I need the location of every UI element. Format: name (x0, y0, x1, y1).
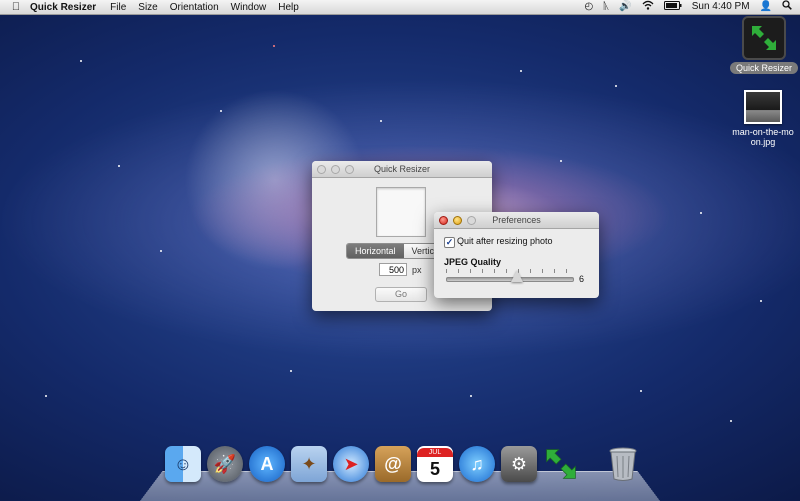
mail-icon[interactable]: ✦ (291, 446, 327, 482)
address-book-icon[interactable]: @ (375, 446, 411, 482)
desktop-icon-moon-photo[interactable]: man-on-the-moon.jpg (728, 90, 798, 147)
menu-window[interactable]: Window (231, 2, 267, 13)
bluetooth-icon[interactable]: ᚣ (603, 1, 609, 13)
menu-file[interactable]: File (110, 2, 126, 13)
spotlight-icon[interactable] (782, 0, 792, 14)
jpeg-quality-slider-track[interactable] (446, 277, 574, 282)
finder-icon[interactable]: ☺ (165, 446, 201, 482)
zoom-button[interactable] (467, 215, 476, 225)
size-input[interactable]: 500 (379, 263, 407, 276)
safari-icon[interactable]: ➤ (333, 446, 369, 482)
app-store-icon[interactable]: A (249, 446, 285, 482)
calendar-icon[interactable]: JUL 5 (417, 446, 453, 482)
image-file-icon (744, 90, 782, 124)
system-preferences-icon[interactable]: ⚙ (501, 446, 537, 482)
wifi-icon[interactable] (642, 0, 654, 14)
segment-horizontal[interactable]: Horizontal (347, 244, 404, 258)
calendar-day: 5 (429, 458, 440, 479)
menu-help[interactable]: Help (278, 2, 299, 13)
minimize-button[interactable] (453, 215, 462, 225)
menu-bar:  Quick Resizer File Size Orientation Wi… (0, 0, 800, 15)
menu-status-area: ◴ ᚣ 🔊 Sun 4:40 PM 👤 (585, 0, 792, 14)
photo-drop-well[interactable] (376, 187, 426, 237)
menu-orientation[interactable]: Orientation (170, 2, 219, 13)
jpeg-quality-slider-thumb[interactable] (511, 270, 523, 282)
calendar-month: JUL (417, 447, 453, 457)
menu-clock[interactable]: Sun 4:40 PM (692, 1, 750, 13)
dock: ☺ 🚀 A ✦ ➤ @ JUL 5 ♫ ⚙ (165, 446, 641, 482)
volume-icon[interactable]: 🔊 (619, 1, 631, 13)
quick-resizer-dock-icon[interactable] (543, 446, 579, 482)
jpeg-quality-value: 6 (579, 274, 585, 284)
preferences-titlebar[interactable]: Preferences (434, 212, 599, 229)
launchpad-icon[interactable]: 🚀 (207, 446, 243, 482)
user-icon[interactable]: 👤 (760, 1, 772, 13)
menu-size[interactable]: Size (138, 2, 157, 13)
go-button[interactable]: Go (375, 287, 427, 302)
desktop-icon-label: man-on-the-moon.jpg (732, 127, 794, 147)
dock-separator (585, 446, 599, 482)
menu-app-name[interactable]: Quick Resizer (30, 2, 96, 13)
minimize-button[interactable] (331, 164, 340, 174)
battery-icon[interactable] (663, 0, 682, 14)
quit-after-resize-label[interactable]: Quit after resizing photo (457, 236, 553, 246)
time-machine-icon[interactable]: ◴ (585, 1, 594, 13)
zoom-button[interactable] (345, 164, 354, 174)
desktop-icon-label: Quick Resizer (730, 62, 798, 74)
jpeg-quality-label: JPEG Quality (444, 257, 502, 267)
quick-resizer-titlebar[interactable]: Quick Resizer (312, 161, 492, 178)
quit-after-resize-checkbox[interactable]: ✓ (444, 237, 455, 248)
close-button[interactable] (439, 215, 448, 225)
close-button[interactable] (317, 164, 326, 174)
preferences-window: Preferences ✓ Quit after resizing photo … (434, 212, 599, 298)
size-unit-label: px (412, 265, 422, 275)
apple-logo-icon[interactable]:  (10, 1, 22, 13)
itunes-icon[interactable]: ♫ (459, 446, 495, 482)
desktop-icon-quick-resizer[interactable]: Quick Resizer (730, 16, 798, 74)
quick-resizer-app-icon (742, 16, 786, 60)
trash-icon[interactable] (605, 446, 641, 482)
slider-ticks (446, 269, 570, 273)
